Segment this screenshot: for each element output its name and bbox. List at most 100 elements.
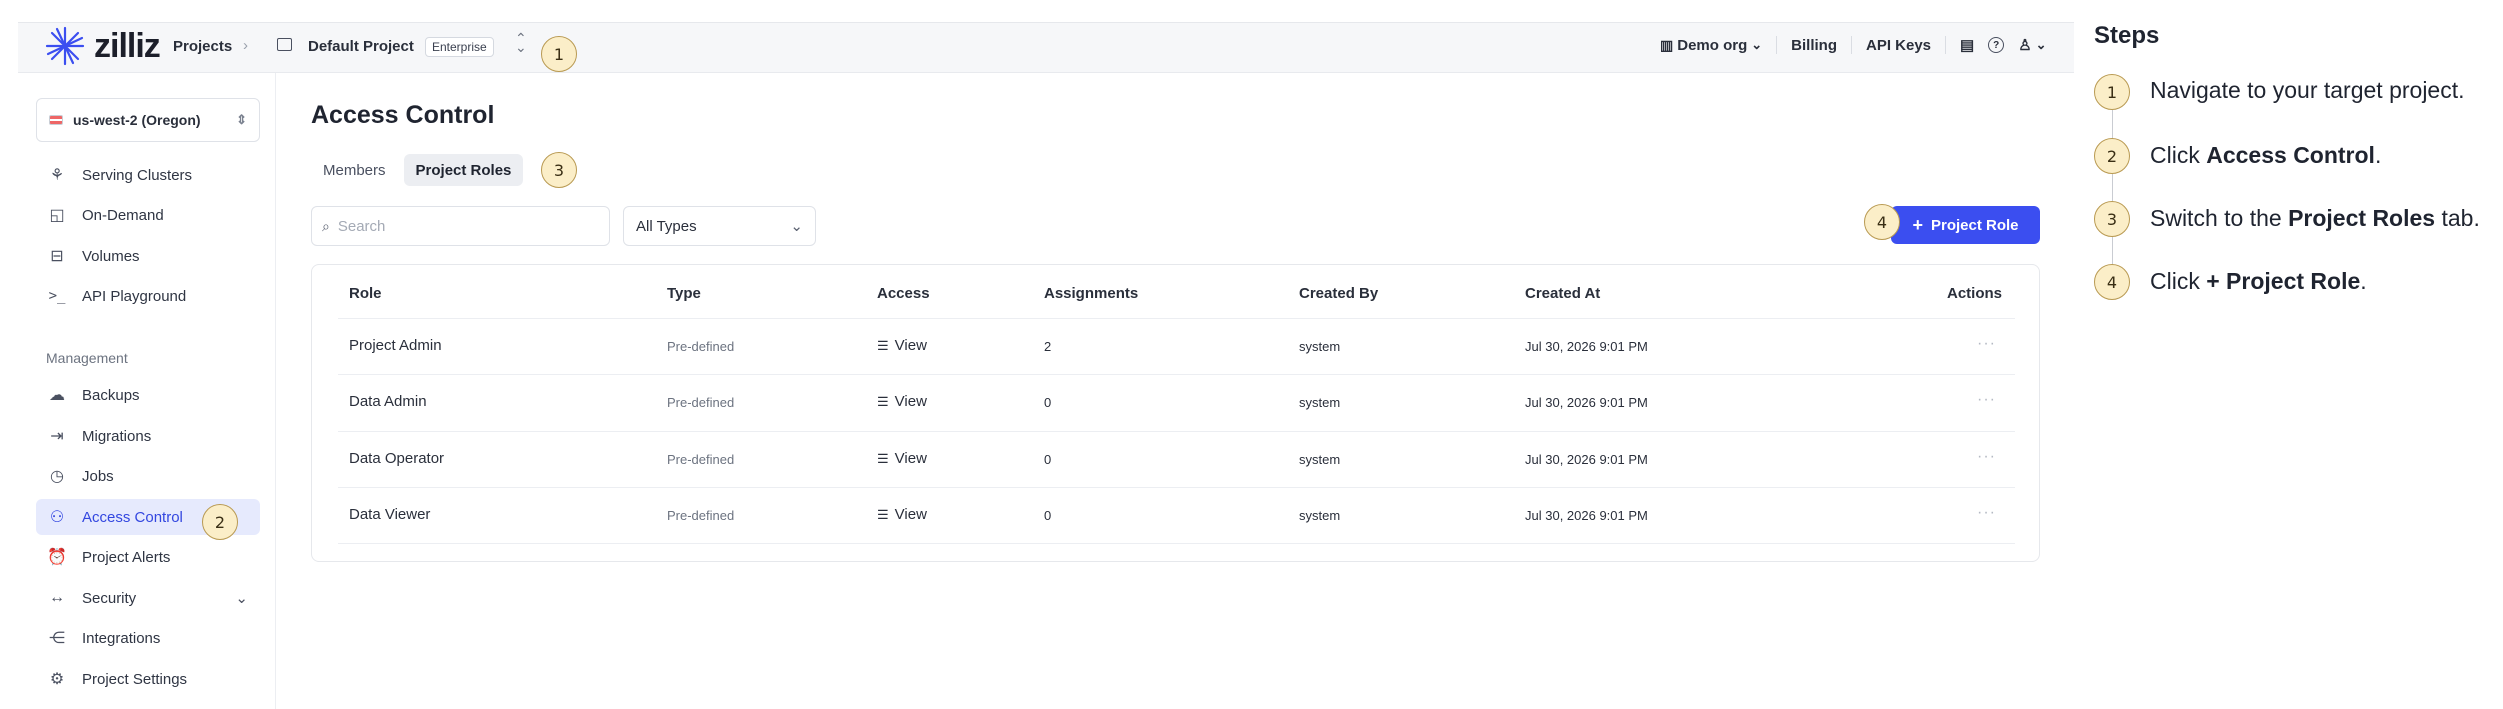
sidebar-item-migrations[interactable]: ⇥ Migrations	[36, 418, 260, 454]
arrows-icon: ↔	[49, 589, 65, 606]
user-icon[interactable]: ♙	[2018, 36, 2031, 54]
on-demand-icon: ◱	[49, 207, 65, 224]
created-at: Jul 30, 2026 9:01 PM	[1525, 508, 1648, 523]
sidebar-item-project-alerts[interactable]: ⏰ Project Alerts	[36, 539, 260, 575]
sidebar-item-integrations[interactable]: ⋲ Integrations	[36, 620, 260, 656]
org-icon: ▥	[1660, 36, 1674, 53]
sidebar-item-security[interactable]: ↔ Security ⌄	[36, 580, 260, 616]
sidebar-item-jobs[interactable]: ◷ Jobs	[36, 458, 260, 494]
sidebar-item-label: Backups	[82, 386, 140, 404]
step-4-text: Click + Project Role.	[2150, 268, 2367, 294]
help-icon[interactable]: ?	[1988, 37, 2005, 53]
list-icon: ☰	[877, 337, 889, 353]
role-type: Pre-defined	[667, 395, 735, 410]
add-project-role-label: Project Role	[1930, 216, 2019, 234]
column-header-created-by: Created By	[1299, 285, 1379, 302]
step-number: 4	[2094, 264, 2130, 300]
sidebar-item-label: Access Control	[82, 508, 183, 526]
role-type: Pre-defined	[667, 508, 735, 523]
region-switch-icon: ⇕	[236, 112, 247, 127]
security-expand-chevron-icon[interactable]: ⌄	[235, 589, 248, 607]
zilliz-star-icon	[45, 26, 85, 66]
created-by: system	[1299, 452, 1341, 467]
docs-icon[interactable]: ▤	[1960, 36, 1974, 54]
view-access-link[interactable]: ☰ View	[877, 393, 927, 410]
view-access-link[interactable]: ☰ View	[877, 450, 927, 467]
projects-link[interactable]: Projects	[173, 38, 232, 55]
row-actions-icon[interactable]: ···	[1977, 391, 1996, 409]
users-icon: ⚇	[49, 509, 65, 526]
plan-badge: Enterprise	[425, 37, 494, 57]
role-type: Pre-defined	[667, 452, 735, 467]
sidebar-item-label: Project Settings	[82, 670, 188, 688]
role-type: Pre-defined	[667, 339, 735, 354]
sidebar-item-api-playground[interactable]: >_ API Playground	[36, 278, 260, 314]
clusters-icon: ⚘	[49, 167, 65, 184]
steps-title: Steps	[2094, 22, 2160, 49]
row-actions-icon[interactable]: ···	[1977, 335, 1996, 353]
page-title: Access Control	[311, 101, 495, 129]
assignments-count: 0	[1044, 395, 1052, 410]
row-divider	[338, 374, 2015, 375]
type-filter-select[interactable]: All Types ⌄	[623, 206, 816, 246]
topbar-right: ▥ Demo org ⌄ Billing API Keys ▤ ? ♙ ⌄	[1660, 36, 2047, 54]
org-switcher[interactable]: Demo org	[1677, 37, 1747, 54]
step-number: 3	[2094, 201, 2130, 237]
view-label: View	[894, 393, 927, 410]
role-name: Data Admin	[349, 393, 427, 410]
sidebar-item-label: API Playground	[82, 287, 187, 305]
history-icon: ◷	[50, 468, 64, 485]
roles-table	[311, 264, 2040, 562]
tab-project-roles[interactable]: Project Roles	[403, 154, 524, 186]
search-input[interactable]: ⌕ Search	[311, 206, 610, 246]
project-switch-icon[interactable]: ⌃ ⌄	[515, 31, 527, 54]
column-header-assignments: Assignments	[1044, 285, 1139, 302]
row-divider	[338, 318, 2015, 319]
migrate-icon: ⇥	[50, 428, 64, 445]
row-actions-icon[interactable]: ···	[1977, 448, 1996, 466]
sidebar-item-backups[interactable]: ☁ Backups	[36, 377, 260, 413]
search-placeholder: Search	[337, 217, 386, 235]
callout-3: 3	[541, 152, 577, 188]
zilliz-logo[interactable]: zilliz	[44, 26, 161, 66]
view-label: View	[894, 337, 927, 354]
terminal-icon: >_	[48, 288, 66, 304]
sidebar-item-label: On-Demand	[82, 206, 164, 224]
tab-members[interactable]: Members	[311, 154, 398, 186]
callout-4: 4	[1864, 204, 1900, 240]
sidebar-item-label: Security	[82, 589, 137, 607]
view-access-link[interactable]: ☰ View	[877, 506, 927, 523]
share-icon: ⋲	[49, 630, 65, 647]
view-label: View	[894, 450, 927, 467]
created-at: Jul 30, 2026 9:01 PM	[1525, 452, 1648, 467]
org-chevron-icon[interactable]: ⌄	[1751, 37, 1762, 53]
breadcrumb-chevron-icon: ›	[243, 37, 248, 54]
created-at: Jul 30, 2026 9:01 PM	[1525, 395, 1648, 410]
sidebar-item-on-demand[interactable]: ◱ On-Demand	[36, 197, 260, 233]
sidebar-item-serving-clusters[interactable]: ⚘ Serving Clusters	[36, 157, 260, 193]
row-divider	[338, 431, 2015, 432]
sidebar-item-project-settings[interactable]: ⚙ Project Settings	[36, 661, 260, 697]
step-1-text: Navigate to your target project.	[2150, 77, 2465, 103]
created-by: system	[1299, 339, 1341, 354]
sidebar-item-label: Serving Clusters	[82, 166, 193, 184]
region-selector[interactable]: us-west-2 (Oregon) ⇕	[36, 98, 260, 142]
role-name: Project Admin	[349, 337, 442, 354]
list-icon: ☰	[877, 506, 889, 522]
search-icon: ⌕	[322, 217, 330, 234]
list-icon: ☰	[877, 393, 889, 409]
view-label: View	[894, 506, 927, 523]
sidebar-item-volumes[interactable]: ⊟ Volumes	[36, 238, 260, 274]
assignments-count: 0	[1044, 508, 1052, 523]
user-chevron-icon[interactable]: ⌄	[2036, 37, 2047, 53]
row-actions-icon[interactable]: ···	[1977, 504, 1996, 522]
api-keys-link[interactable]: API Keys	[1866, 37, 1931, 54]
view-access-link[interactable]: ☰ View	[877, 337, 927, 354]
billing-link[interactable]: Billing	[1791, 37, 1837, 54]
add-project-role-button[interactable]: + Project Role	[1891, 206, 2040, 244]
sidebar-item-label: Jobs	[82, 467, 114, 485]
callout-2: 2	[202, 504, 238, 540]
list-icon: ☰	[877, 450, 889, 466]
chevron-down-icon: ⌄	[790, 218, 803, 235]
project-name[interactable]: Default Project	[308, 38, 414, 55]
